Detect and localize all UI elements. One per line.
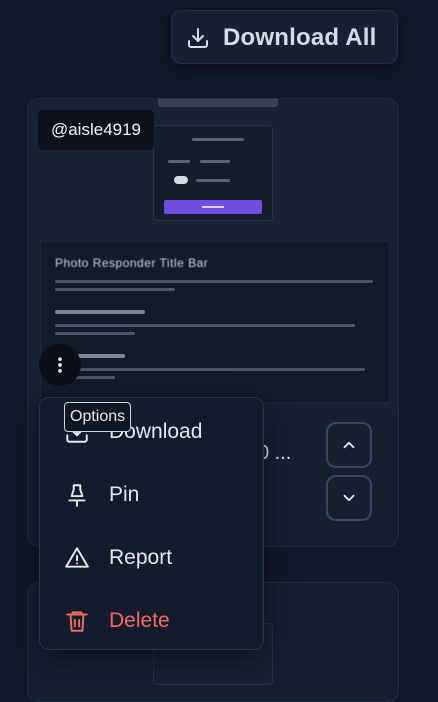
pin-icon (68, 484, 86, 507)
menu-item-delete[interactable]: Delete (40, 593, 263, 647)
username-badge[interactable]: @aisle4919 (38, 110, 154, 150)
preview-heading: Photo Responder Title Bar (55, 256, 209, 270)
download-icon (188, 28, 208, 48)
warning-icon (65, 547, 89, 568)
menu-item-label: Pin (109, 483, 140, 506)
trash-icon (66, 611, 88, 632)
preview-document: Photo Responder Title Bar (40, 241, 390, 403)
menu-item-label: Report (109, 546, 173, 569)
menu-item-report[interactable]: Report (40, 530, 263, 584)
download-all-button[interactable]: Download All (171, 10, 398, 64)
options-tooltip: Options (64, 402, 132, 432)
preview-form-mock (153, 125, 273, 221)
upvote-button[interactable] (326, 422, 372, 468)
menu-item-pin[interactable]: Pin (40, 467, 263, 521)
options-menu: Download Pin Report Delete (39, 397, 264, 650)
menu-item-label: Delete (109, 609, 170, 632)
downvote-button[interactable] (326, 475, 372, 521)
download-all-label: Download All (223, 24, 377, 51)
chevron-up-icon (343, 441, 355, 449)
more-vertical-icon (58, 357, 62, 373)
preview-header-bar (158, 99, 278, 107)
chevron-down-icon (343, 494, 355, 502)
preview-purple-button (164, 200, 262, 214)
options-button[interactable] (39, 344, 81, 386)
